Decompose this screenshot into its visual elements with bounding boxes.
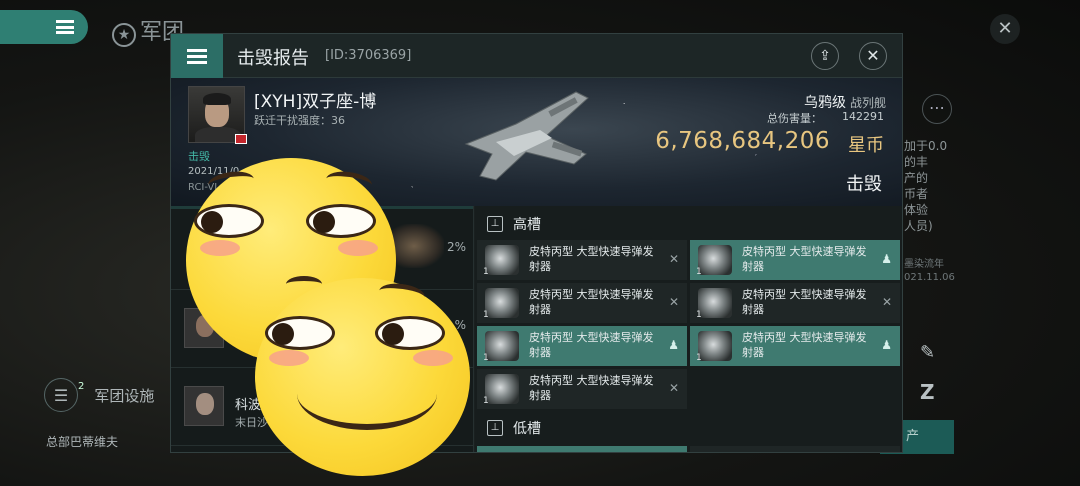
- damage-value: 142291: [842, 110, 884, 123]
- missile-launcher-icon: [698, 288, 732, 318]
- low-slot-header: ⊥ 低槽: [475, 412, 902, 444]
- ship-name: 乌鸦级: [804, 95, 846, 111]
- slot-item[interactable]: 1 皮特丙型 大型快速导弹发射器 ✕: [477, 369, 687, 409]
- facilities-label: 军团设施: [94, 386, 155, 405]
- ship-image: [464, 91, 589, 181]
- headquarters-text: 总部巴蒂维夫: [46, 435, 119, 449]
- facilities-icon: ☰: [44, 378, 78, 412]
- sort-icon[interactable]: Z: [920, 380, 935, 404]
- status-label-small: 击毁: [188, 150, 210, 163]
- dropped-icon: ♟: [881, 252, 892, 266]
- missile-launcher-icon: [485, 288, 519, 318]
- jump-jam-strength: 跃迁干扰强度：36: [254, 114, 345, 127]
- background-side-text: 加于0.0 的丰 产的 币者 体验 人员): [904, 139, 948, 233]
- missile-launcher-icon: [485, 374, 519, 404]
- slot-item[interactable]: [690, 446, 900, 452]
- high-slot-icon: ⊥: [487, 216, 503, 232]
- edit-icon[interactable]: ✎: [920, 342, 935, 363]
- panel-menu-button[interactable]: [171, 34, 223, 78]
- smile-emoji-sticker: [255, 278, 470, 476]
- share-button[interactable]: ⇪: [811, 42, 839, 70]
- panel-header: 击毁报告 [ID:3706369] ⇪ ✕: [171, 34, 902, 78]
- missile-launcher-icon: [485, 245, 519, 275]
- ship-class: 战列舰: [849, 96, 886, 110]
- slot-item[interactable]: 1 皮特丙型 大型快速导弹发射器 ✕: [477, 240, 687, 280]
- slot-item[interactable]: 1 皮特丙型 大型快速导弹发射器 ♟: [690, 240, 900, 280]
- isk-value: 6,768,684,206: [655, 128, 830, 154]
- slot-item[interactable]: 1 皮特丙型 大型快速导弹发射器 ♟: [477, 326, 687, 366]
- attacker-damage-percent: 2%: [446, 240, 466, 254]
- corp-badge-icon: [235, 134, 247, 144]
- menu-icon: [56, 20, 74, 34]
- corp-facilities-button[interactable]: ☰ 2 军团设施: [44, 378, 154, 412]
- missile-launcher-icon: [698, 331, 732, 361]
- damage-label: 总伤害量：: [767, 112, 822, 125]
- destroyed-icon: ✕: [668, 295, 679, 309]
- dropped-icon: ♟: [668, 338, 679, 352]
- panel-title: 击毁报告: [237, 48, 309, 69]
- isk-unit: 星币: [848, 135, 884, 156]
- facilities-badge: 2: [78, 380, 85, 392]
- dropped-icon: ♟: [881, 338, 892, 352]
- attacker-avatar: [184, 386, 224, 426]
- more-options-icon[interactable]: ⋯: [922, 94, 952, 124]
- destroyed-icon: ✕: [881, 295, 892, 309]
- victim-name[interactable]: [XYH]双子座-博: [254, 87, 376, 112]
- missile-launcher-icon: [698, 245, 732, 275]
- background-close-button[interactable]: ✕: [990, 14, 1020, 44]
- destroyed-icon: ✕: [668, 252, 679, 266]
- missile-launcher-icon: [485, 331, 519, 361]
- background-side-date: 墨染流年 021.11.06: [904, 259, 955, 283]
- high-slot-header: ⊥ 高槽: [475, 208, 902, 240]
- fitting-slots: ⊥ 高槽 1 皮特丙型 大型快速导弹发射器 ✕ 1 皮特丙型 大型快速导弹发射器…: [475, 206, 902, 452]
- close-button[interactable]: ✕: [859, 42, 887, 70]
- background-menu-button[interactable]: [0, 10, 88, 44]
- low-slot-icon: ⊥: [487, 420, 503, 436]
- destroyed-icon: ✕: [668, 381, 679, 395]
- status-label: 击毁: [846, 174, 882, 195]
- menu-icon: [187, 48, 207, 64]
- report-id: [ID:3706369]: [325, 48, 412, 63]
- slot-item[interactable]: 1 皮特丙型 大型快速导弹发射器 ✕: [477, 283, 687, 323]
- share-icon: ⇪: [819, 48, 831, 64]
- close-icon: ✕: [866, 46, 880, 65]
- corp-icon: ★: [112, 23, 136, 47]
- slot-item[interactable]: 1 皮特丙型 大型快速导弹发射器 ✕: [690, 283, 900, 323]
- slot-item[interactable]: [477, 446, 687, 452]
- slot-item[interactable]: 1 皮特丙型 大型快速导弹发射器 ♟: [690, 326, 900, 366]
